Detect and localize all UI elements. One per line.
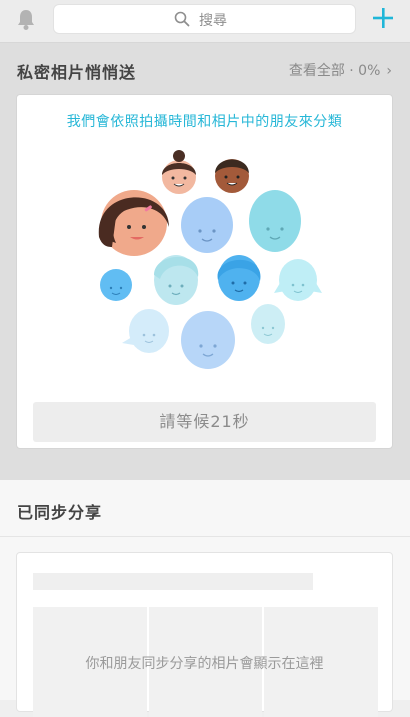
search-input[interactable]: 搜尋 [53,4,356,34]
bell-icon[interactable] [16,9,36,31]
private-albums-section: 私密相片悄悄送 查看全部 · 0% › 我們會依照拍攝時間和相片中的朋友來分類 [0,43,410,480]
face-blue-9 [251,304,285,344]
empty-message: 你和朋友同步分享的相片會顯示在這裡 [85,656,324,672]
face-blue-8 [181,311,235,369]
synced-section: 已同步分享 你和朋友同步分享的相片會顯示在這裡 [0,480,410,717]
placeholder-bar [33,573,313,590]
face-blue-5 [217,255,261,301]
face-blue-4 [154,255,199,305]
search-placeholder: 搜尋 [199,13,227,29]
face-boy-small [215,159,249,193]
search-icon [174,11,190,27]
face-blue-6 [274,259,322,301]
wait-button[interactable]: 請等候21秒 [33,402,376,442]
plus-icon[interactable] [372,7,394,29]
divider [0,536,410,537]
chevron-right-icon: › [386,63,392,79]
top-bar: 搜尋 [0,0,410,43]
face-blue-7 [122,309,169,353]
card-message: 我們會依照拍攝時間和相片中的朋友來分類 [66,114,343,130]
face-blue-2 [249,190,301,252]
face-blue-1 [181,197,233,253]
see-all-label: 查看全部 · 0% [288,63,381,79]
faces-illustration [98,150,322,369]
section-title: 私密相片悄悄送 [17,63,137,82]
sorting-card: 我們會依照拍攝時間和相片中的朋友來分類 請等候21秒 [16,94,393,449]
see-all-link[interactable]: 查看全部 · 0% › [289,60,392,80]
section-title: 已同步分享 [17,503,103,522]
face-blue-3 [100,269,132,301]
synced-card: 你和朋友同步分享的相片會顯示在這裡 [16,552,393,717]
face-girl-small [162,150,196,194]
face-girl-large [98,190,169,256]
